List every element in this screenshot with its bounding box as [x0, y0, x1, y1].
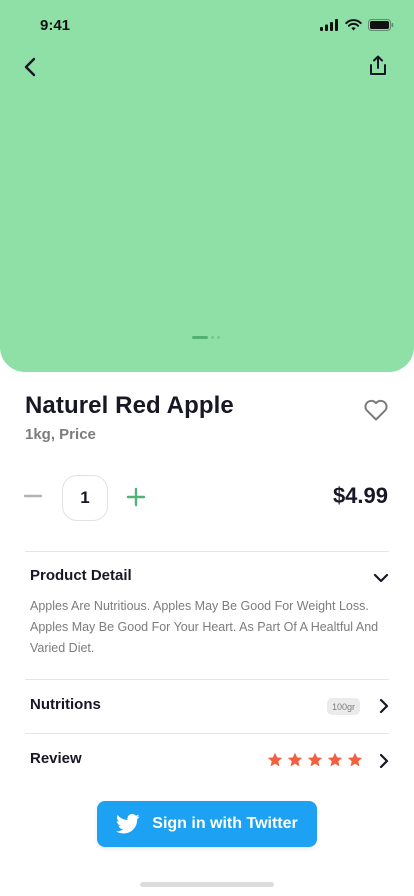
- signal-icon: [320, 19, 338, 31]
- back-icon[interactable]: [18, 54, 44, 80]
- heart-icon[interactable]: [362, 396, 390, 424]
- star-icon: [267, 752, 283, 767]
- quantity-value[interactable]: 1: [62, 475, 108, 521]
- product-title: Naturel Red Apple: [25, 392, 234, 419]
- status-time: 9:41: [40, 17, 71, 34]
- share-icon[interactable]: [366, 54, 390, 78]
- divider: [25, 551, 389, 552]
- product-description: Apples Are Nutritious. Apples May Be Goo…: [30, 599, 379, 655]
- review-label[interactable]: Review: [30, 750, 82, 767]
- nutrition-badge: 100gr: [327, 698, 360, 715]
- chevron-right-icon[interactable]: [375, 697, 393, 715]
- chevron-down-icon[interactable]: [372, 569, 390, 587]
- battery-icon: [368, 19, 394, 31]
- wifi-icon: [345, 19, 362, 31]
- plus-icon[interactable]: [124, 485, 148, 509]
- chevron-right-icon[interactable]: [375, 752, 393, 770]
- star-icon: [347, 752, 363, 767]
- star-icon: [327, 752, 343, 767]
- star-icon: [287, 752, 303, 767]
- pagination-dot[interactable]: [217, 336, 220, 339]
- pagination-dot-active[interactable]: [192, 336, 208, 339]
- review-stars: [267, 752, 363, 768]
- sign-in-twitter-button[interactable]: Sign in with Twitter: [97, 801, 317, 847]
- pagination-dot[interactable]: [211, 336, 214, 339]
- image-pagination[interactable]: [192, 336, 220, 339]
- star-icon: [307, 752, 323, 767]
- twitter-icon: [116, 814, 140, 834]
- product-image-area: 9:41: [0, 0, 414, 372]
- minus-icon[interactable]: [22, 485, 44, 507]
- divider: [25, 679, 389, 680]
- home-indicator: [140, 882, 274, 887]
- twitter-button-label: Sign in with Twitter: [152, 815, 298, 832]
- product-price: $4.99: [332, 483, 388, 508]
- divider: [25, 733, 389, 734]
- product-detail-label[interactable]: Product Detail: [30, 567, 132, 584]
- product-unit: 1kg, Price: [25, 426, 96, 443]
- nutritions-label[interactable]: Nutritions: [30, 696, 101, 713]
- status-icons: [320, 19, 394, 31]
